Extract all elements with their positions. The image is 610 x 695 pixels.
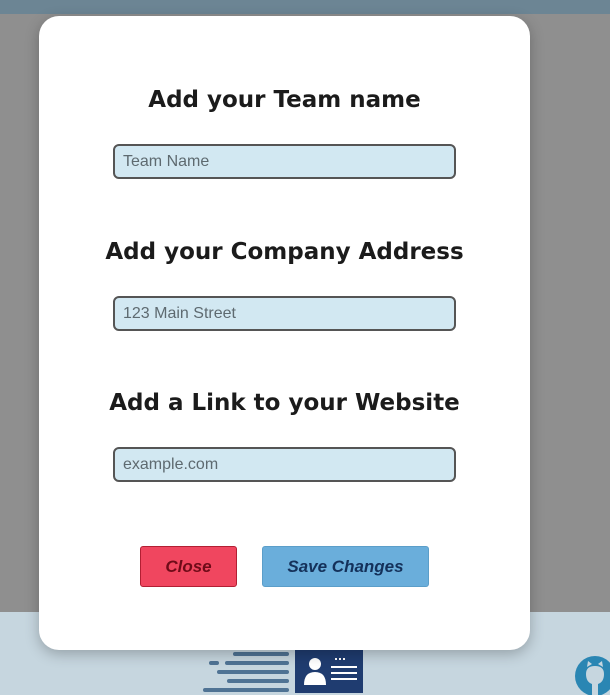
team-name-heading: Add your Team name [148, 87, 421, 113]
save-changes-button[interactable]: Save Changes [262, 546, 429, 587]
page-header-strip [0, 0, 610, 14]
team-name-input[interactable] [113, 144, 456, 179]
close-button[interactable]: Close [140, 546, 237, 587]
company-address-heading: Add your Company Address [105, 239, 464, 265]
company-address-input[interactable] [113, 296, 456, 331]
website-link-heading: Add a Link to your Website [109, 390, 460, 416]
edit-team-modal: Add your Team name Add your Company Addr… [39, 16, 530, 650]
id-card-lines-logo-icon [203, 650, 363, 693]
website-link-input[interactable] [113, 447, 456, 482]
github-icon[interactable] [574, 652, 610, 695]
